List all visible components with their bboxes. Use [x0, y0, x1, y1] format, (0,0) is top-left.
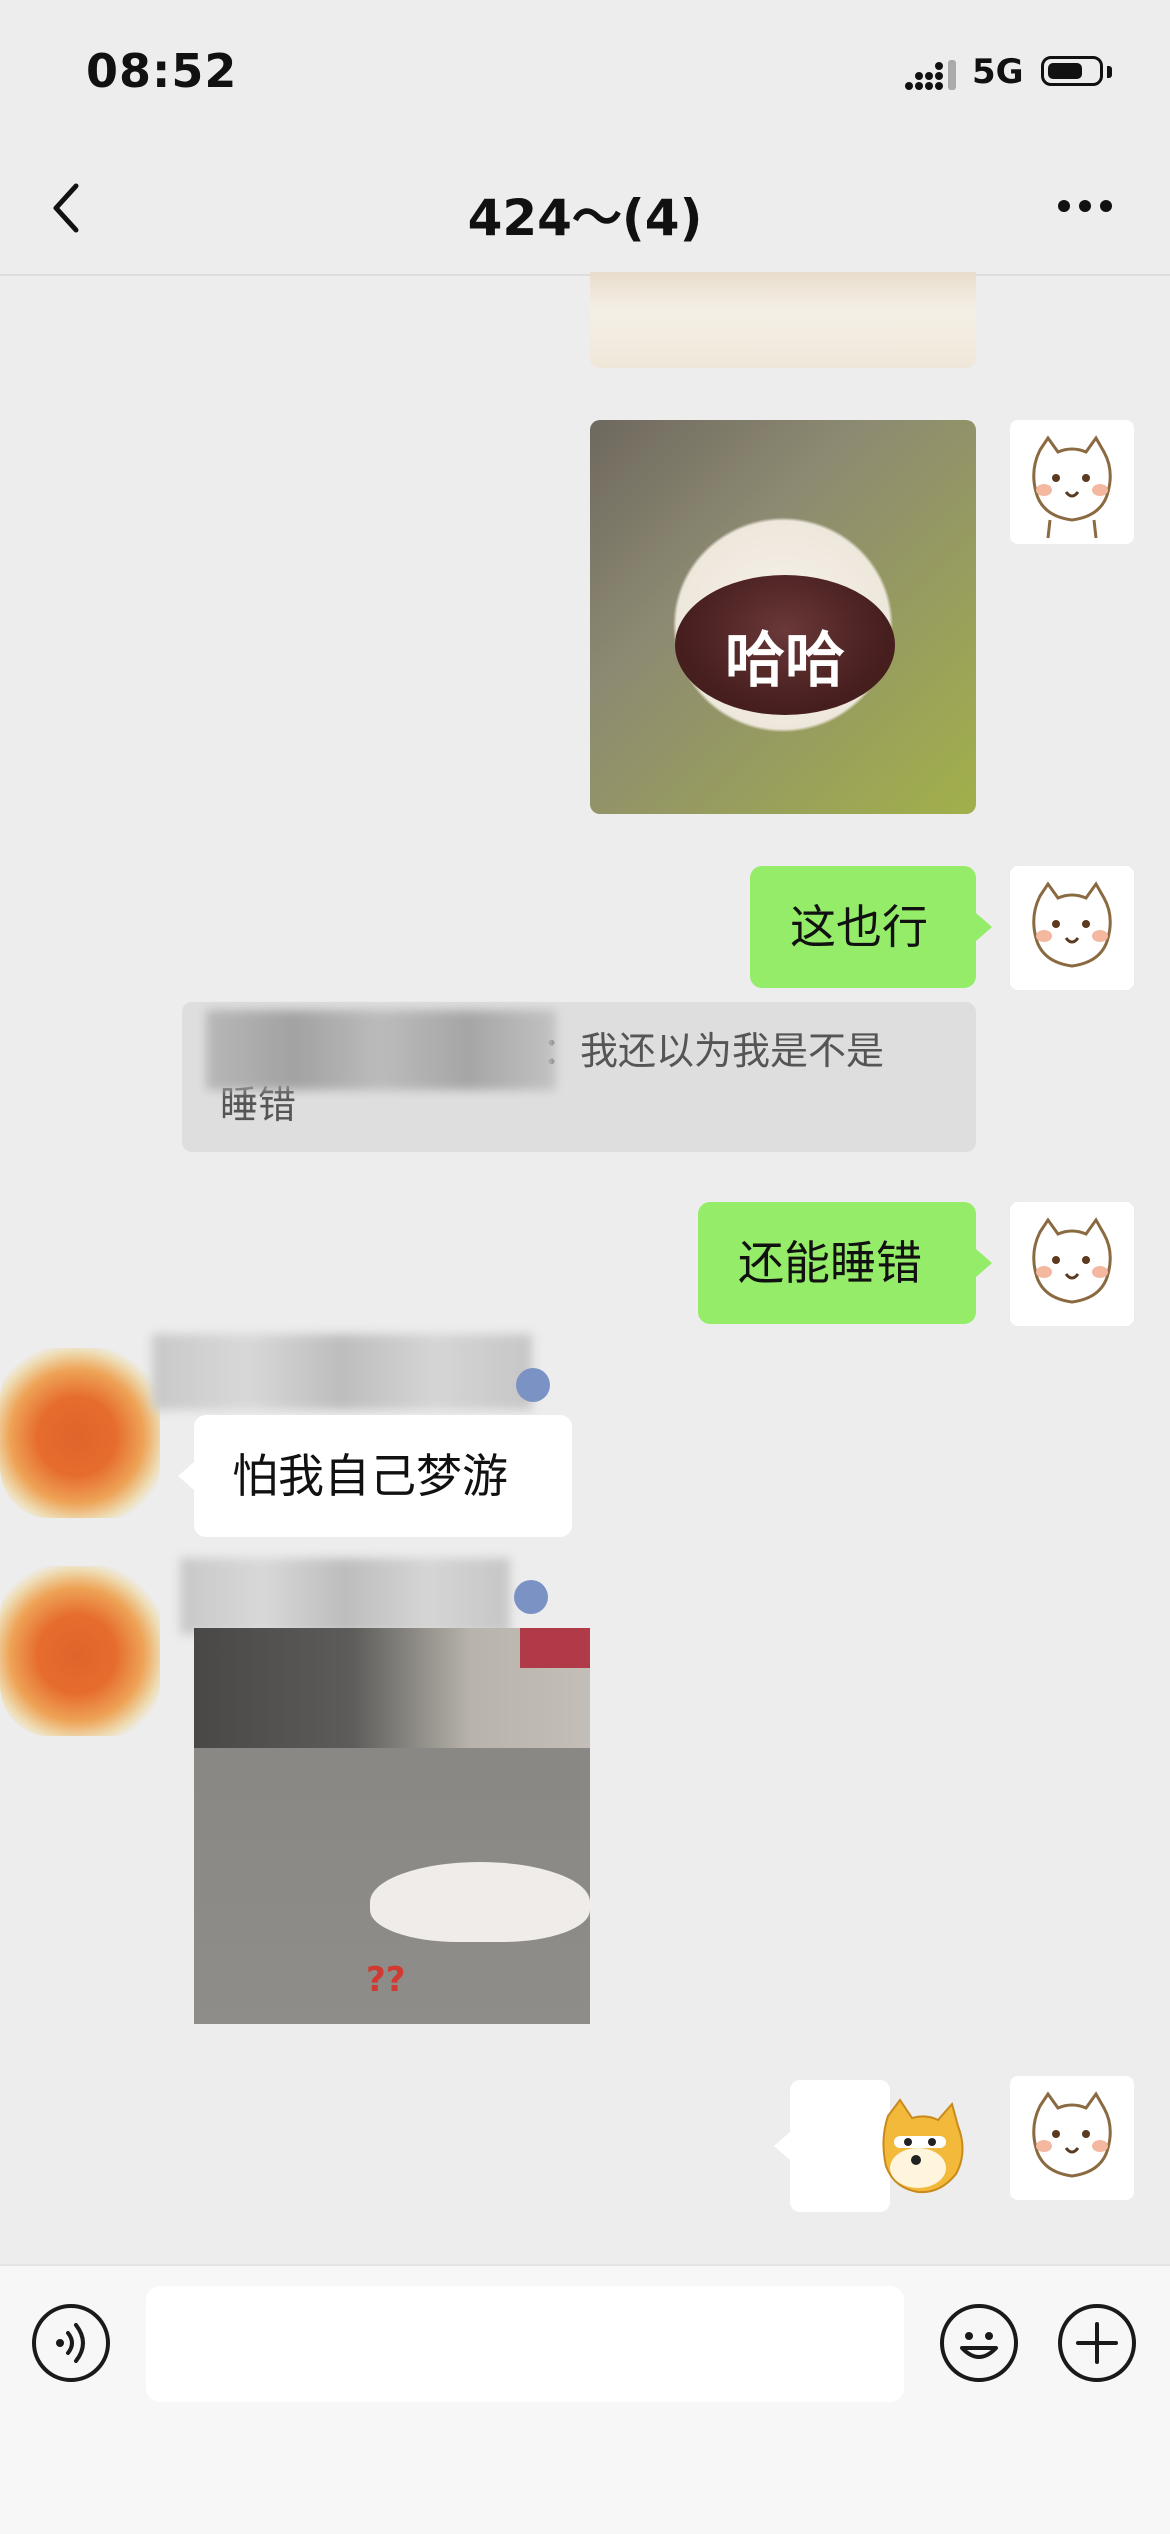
sticker-bubble[interactable]	[790, 2080, 890, 2212]
status-time: 08:52	[86, 44, 238, 98]
emoji-badge-icon	[514, 1580, 548, 1614]
avatar[interactable]	[1010, 2076, 1134, 2200]
bubble-tail	[178, 1462, 194, 1490]
message-input[interactable]	[146, 2286, 904, 2402]
blurred-sender-name	[152, 1334, 532, 1410]
plus-button[interactable]	[1058, 2304, 1136, 2382]
bubble-tail	[774, 2132, 790, 2160]
voice-icon	[56, 2323, 85, 2363]
emoji-badge-icon	[516, 1368, 550, 1402]
bubble-tail	[976, 913, 992, 941]
bubble-tail	[976, 1249, 992, 1277]
image-door	[520, 1628, 590, 1668]
image-message[interactable]	[590, 272, 976, 368]
text-bubble[interactable]: 还能睡错	[698, 1202, 976, 1324]
plus-icon	[1076, 2322, 1118, 2364]
blurred-name	[206, 1010, 556, 1090]
voice-button[interactable]	[32, 2304, 110, 2382]
doge-sticker-icon	[882, 2098, 964, 2194]
cat-avatar-icon	[1032, 881, 1112, 968]
avatar[interactable]	[0, 1348, 160, 1518]
network-type: 5G	[972, 52, 1024, 92]
emoji-button[interactable]	[940, 2304, 1018, 2382]
avatar[interactable]	[1010, 866, 1134, 990]
battery-icon	[1041, 56, 1103, 86]
sticker-text: ??	[366, 1960, 406, 2000]
cat-avatar-icon	[1032, 435, 1112, 539]
text-bubble[interactable]: 这也行	[750, 866, 976, 988]
text-bubble[interactable]: 怕我自己梦游	[194, 1415, 572, 1537]
more-dots-icon[interactable]	[1056, 198, 1114, 214]
avatar[interactable]	[1010, 1202, 1134, 1326]
cat-avatar-icon	[1032, 1217, 1112, 1304]
cat-avatar-icon	[1032, 2091, 1112, 2178]
image-animal	[370, 1862, 590, 1942]
battery-tip	[1107, 66, 1112, 78]
avatar[interactable]	[0, 1566, 160, 1736]
emoji-icon	[960, 2332, 998, 2359]
blurred-sender-name	[180, 1558, 510, 1634]
avatar[interactable]	[1010, 420, 1134, 544]
sticker-text: 哈哈	[725, 626, 845, 696]
signal-icon	[905, 60, 956, 90]
chat-title: 424～(4)	[467, 189, 703, 247]
